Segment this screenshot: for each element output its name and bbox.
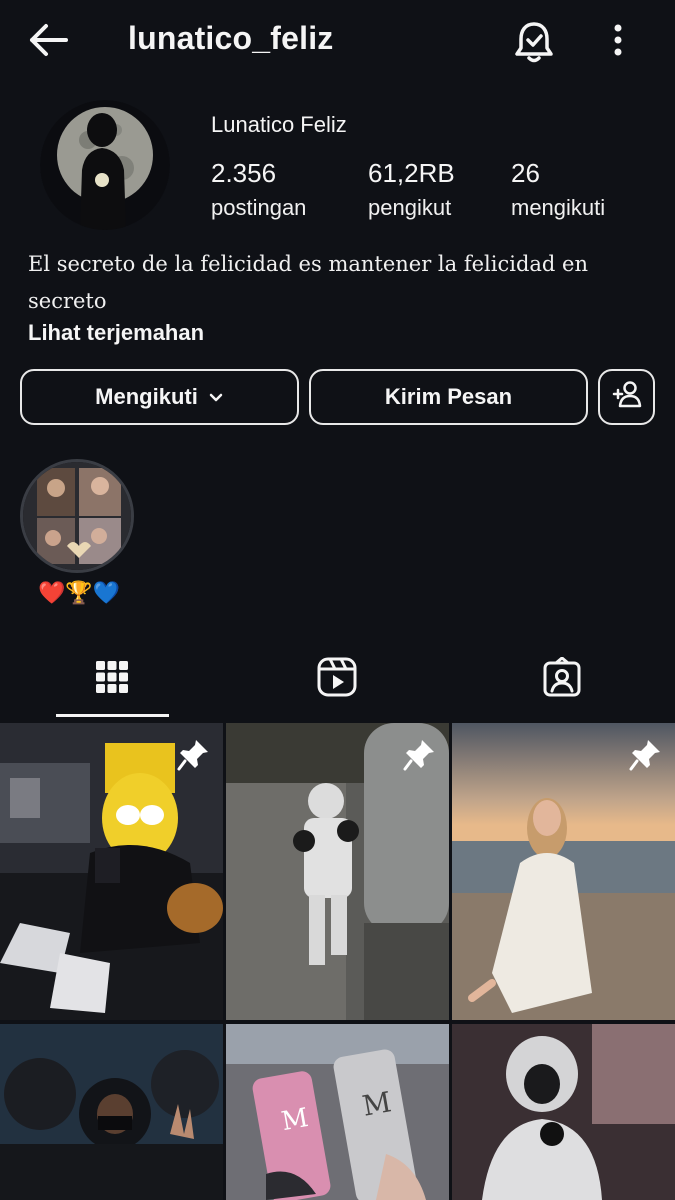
more-options-icon[interactable] [598,18,638,66]
post-thumbnail[interactable] [452,1024,675,1200]
suggested-users-button[interactable] [598,369,655,425]
following-count: 26 [511,158,540,188]
post-thumbnail[interactable] [0,1024,223,1200]
followers-stat[interactable]: 61,2RB pengikut [368,158,455,221]
following-button-label: Mengikuti [95,384,198,409]
following-stat[interactable]: 26 mengikuti [511,158,605,221]
send-message-label: Kirim Pesan [384,384,513,409]
profile-bio: El secreto de la felicidad es mantener l… [28,252,588,313]
pin-icon [177,737,211,771]
post-thumbnail[interactable]: M M [226,1024,449,1200]
posts-stat[interactable]: 2.356 postingan [211,158,306,221]
send-message-button[interactable]: Kirim Pesan [309,369,588,425]
tab-reels[interactable] [282,648,392,710]
post-thumbnail[interactable] [452,723,675,1020]
story-highlight[interactable] [20,459,134,573]
following-button[interactable]: Mengikuti [20,369,299,425]
tab-posts-grid[interactable] [57,648,167,710]
grid-icon [94,659,130,700]
add-person-icon [611,378,643,416]
back-arrow-icon[interactable] [24,18,74,62]
posts-count: 2.356 [211,158,277,188]
chevron-down-icon [208,384,224,410]
active-tab-indicator [56,714,169,717]
followers-count: 61,2RB [368,158,455,188]
pin-icon [629,737,663,771]
profile-username: lunatico_feliz [128,20,334,56]
profile-avatar[interactable] [40,100,170,230]
reels-icon [317,657,357,702]
following-label: mengikuti [511,195,606,220]
pin-icon [403,737,437,771]
posts-label: postingan [211,195,307,220]
see-translation-link[interactable]: Lihat terjemahan [28,320,204,346]
notification-bell-icon[interactable] [510,18,558,66]
post-thumbnail[interactable] [226,723,449,1020]
tab-tagged[interactable] [507,648,617,710]
svg-text:M: M [360,1085,394,1122]
tagged-icon [542,656,582,702]
top-bar: lunatico_feliz [0,0,675,80]
followers-label: pengikut [368,195,452,220]
highlight-label: ❤️🏆💙 [38,580,121,605]
svg-text:M: M [279,1103,310,1137]
posts-grid: M M [0,723,675,1200]
post-thumbnail[interactable] [0,723,223,1020]
profile-display-name: Lunatico Feliz [211,112,347,137]
